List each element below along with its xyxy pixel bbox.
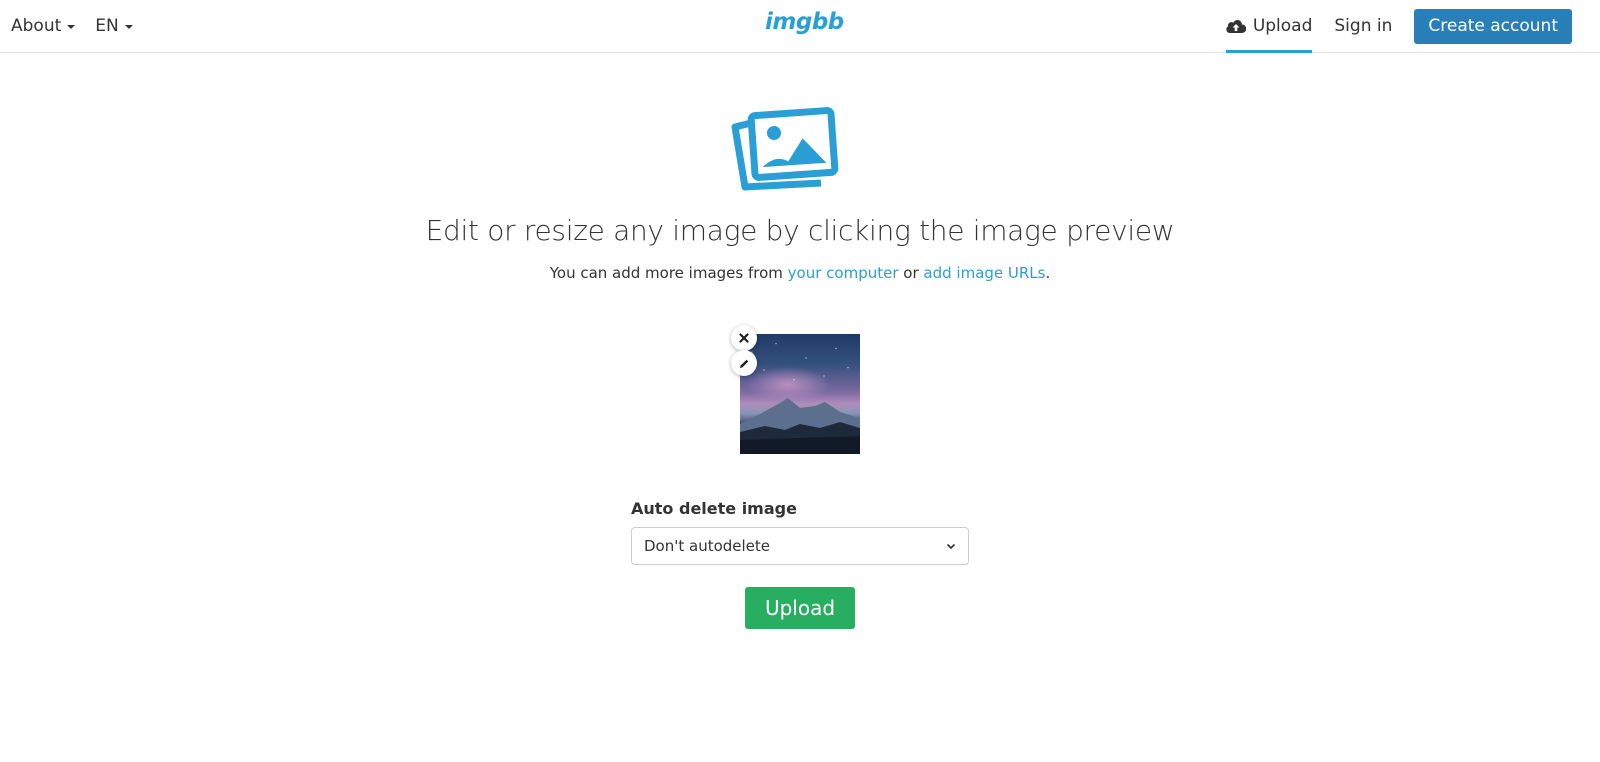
active-tab-indicator — [1225, 50, 1313, 53]
cloud-upload-icon — [1226, 20, 1246, 34]
auto-delete-label: Auto delete image — [631, 499, 797, 518]
caret-down-icon — [67, 25, 76, 29]
language-label: EN — [95, 16, 119, 36]
edit-image-button[interactable] — [731, 350, 757, 376]
upload-button[interactable]: Upload — [745, 587, 855, 629]
imgbb-logo[interactable]: imgbb — [765, 9, 844, 35]
add-more-text: You can add more images from your comput… — [0, 264, 1600, 282]
sign-in-link[interactable]: Sign in — [1334, 16, 1392, 36]
your-computer-link[interactable]: your computer — [788, 264, 899, 282]
subline-suffix: . — [1045, 264, 1051, 282]
nav-upload-link[interactable]: Upload — [1225, 0, 1313, 53]
auto-delete-selected-value: Don't autodelete — [644, 537, 771, 555]
subline-or: or — [898, 264, 924, 282]
create-account-button[interactable]: Create account — [1414, 8, 1572, 44]
nav-upload-label: Upload — [1252, 16, 1313, 36]
subline-prefix: You can add more images from — [549, 264, 788, 282]
add-image-urls-link[interactable]: add image URLs — [923, 264, 1045, 282]
page-headline: Edit or resize any image by clicking the… — [425, 214, 1175, 247]
thumbnail-mountains — [740, 398, 860, 454]
nav-left: About EN — [11, 0, 133, 52]
pencil-icon — [739, 359, 748, 368]
top-navbar: About EN imgbb Upload Sign in Create acc… — [0, 0, 1600, 53]
caret-down-icon — [124, 25, 133, 29]
nav-right: Upload Sign in Create account — [1225, 0, 1600, 53]
auto-delete-select[interactable]: Don't autodelete — [631, 527, 969, 565]
image-preview-thumbnail[interactable] — [740, 334, 860, 454]
images-icon — [731, 107, 839, 191]
about-dropdown[interactable]: About — [11, 16, 76, 36]
close-icon — [739, 333, 749, 343]
language-dropdown[interactable]: EN — [95, 16, 133, 36]
remove-image-button[interactable] — [731, 325, 757, 351]
about-label: About — [11, 16, 62, 36]
chevron-down-icon — [946, 543, 956, 550]
